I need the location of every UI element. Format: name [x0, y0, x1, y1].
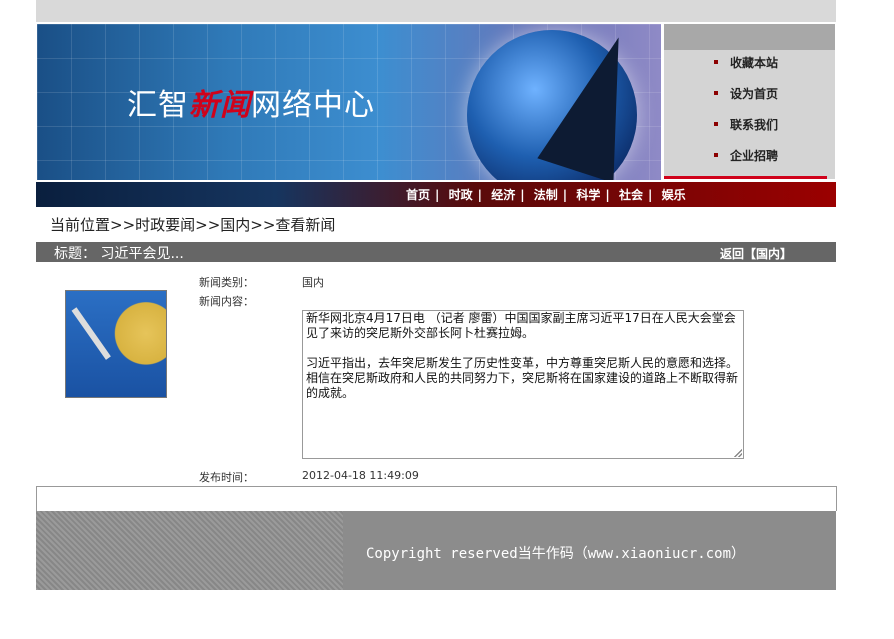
header-banner: 汇智新闻网络中心: [37, 24, 661, 180]
back-link[interactable]: 返回【国内】: [720, 245, 792, 262]
nav-law[interactable]: 法制: [534, 188, 558, 202]
jobs-link[interactable]: 企业招聘: [714, 147, 778, 178]
footer-spacer: [36, 486, 837, 511]
logo-highlight: 新闻: [189, 88, 251, 123]
resize-grip-icon[interactable]: [734, 449, 742, 457]
breadcrumb: 当前位置>>时政要闻>>国内>>查看新闻: [50, 216, 336, 234]
copyright-text: Copyright reserved当牛作码（www.xiaoniucr.com…: [366, 546, 746, 562]
nav-home[interactable]: 首页: [406, 188, 430, 202]
article-thumbnail: [65, 290, 167, 398]
nav-separator: |: [605, 188, 610, 202]
logo-suffix: 网络中心: [251, 88, 375, 123]
nav-separator: |: [647, 188, 653, 202]
content-label: 新闻内容：: [199, 295, 254, 308]
nav-economy[interactable]: 经济: [491, 188, 515, 202]
contact-us-link[interactable]: 联系我们: [714, 116, 778, 147]
top-bar: [36, 0, 836, 22]
content-paragraph: 习近平指出，去年突尼斯发生了历史性变革，中方尊重突尼斯人民的意愿和选择。相信在突…: [306, 356, 739, 400]
publish-time-label: 发布时间：: [199, 471, 254, 484]
nav-science[interactable]: 科学: [576, 188, 600, 202]
side-panel-divider: [664, 176, 827, 179]
set-homepage-link[interactable]: 设为首页: [714, 85, 778, 116]
satellite-image: [71, 307, 111, 360]
content-paragraph: 新华网北京4月17日电 （记者 廖雷）中国国家副主席习近平17日在人民大会堂会见…: [306, 311, 736, 340]
publish-time-value: 2012-04-18 11:49:09: [302, 469, 419, 482]
nav-separator: |: [477, 188, 482, 202]
article-title: 标题： 习近平会见...: [54, 243, 184, 263]
side-links-panel: 收藏本站 设为首页 联系我们 企业招聘: [664, 24, 835, 179]
footer-pattern: [36, 511, 343, 590]
bookmark-site-link[interactable]: 收藏本站: [714, 54, 778, 85]
site-logo[interactable]: 汇智新闻网络中心: [127, 80, 375, 124]
category-label: 新闻类别：: [199, 276, 254, 289]
nav-separator: |: [562, 188, 568, 202]
side-panel-header: [664, 24, 835, 50]
nav-politics[interactable]: 时政: [449, 188, 473, 202]
footer: Copyright reserved当牛作码（www.xiaoniucr.com…: [36, 511, 836, 590]
article-title-bar: 标题： 习近平会见... 返回【国内】: [36, 242, 836, 262]
nav-separator: |: [520, 188, 525, 202]
logo-prefix: 汇智: [127, 88, 189, 123]
article-content-textarea[interactable]: 新华网北京4月17日电 （记者 廖雷）中国国家副主席习近平17日在人民大会堂会见…: [302, 310, 744, 459]
nav-separator: |: [435, 188, 440, 202]
nav-society[interactable]: 社会: [619, 188, 643, 202]
title-label: 标题：: [54, 246, 96, 262]
title-text: 习近平会见...: [100, 246, 184, 262]
nav-entertainment[interactable]: 娱乐: [662, 188, 686, 202]
category-value: 国内: [302, 276, 324, 289]
main-nav: 首页 | 时政 | 经济 | 法制 | 科学 | 社会 | 娱乐: [36, 182, 836, 207]
